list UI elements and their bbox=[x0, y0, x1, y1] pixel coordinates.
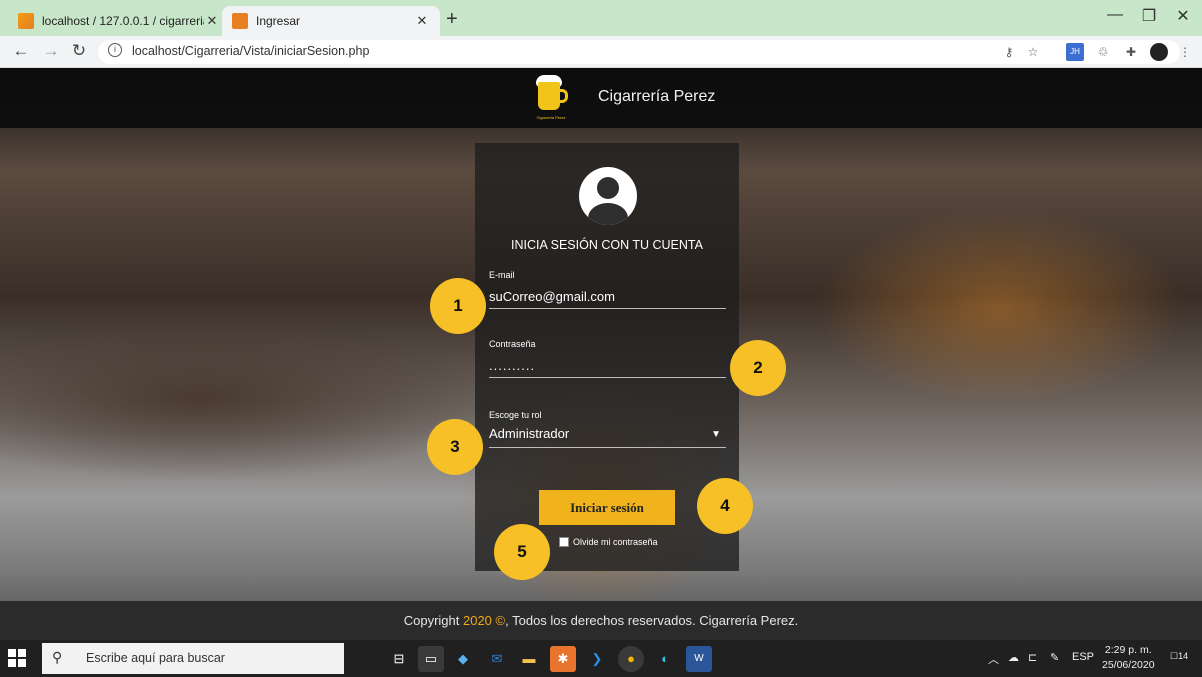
avatar-head bbox=[597, 177, 619, 199]
system-clock[interactable]: 2:29 p. m. 25/06/2020 bbox=[1102, 643, 1155, 673]
clock-time: 2:29 p. m. bbox=[1104, 644, 1152, 656]
new-tab-button[interactable]: + bbox=[446, 8, 458, 31]
windows-start-icon[interactable] bbox=[8, 649, 26, 667]
key-icon[interactable]: ⚷ bbox=[1000, 43, 1018, 61]
email-field[interactable] bbox=[489, 285, 726, 309]
info-icon[interactable]: i bbox=[108, 43, 122, 57]
language-indicator[interactable]: ESP bbox=[1072, 651, 1094, 663]
login-button[interactable]: Iniciar sesión bbox=[539, 490, 675, 525]
logo-caption: Cigarreria Perez bbox=[536, 115, 566, 120]
cloud-icon[interactable]: ☁ bbox=[1008, 651, 1019, 664]
close-tab-icon[interactable]: ✕ bbox=[414, 13, 430, 29]
step-badge-4: 4 bbox=[697, 478, 753, 534]
task-view-icon[interactable]: ⊟ bbox=[386, 646, 412, 672]
footer-suffix: , Todos los derechos reservados. Cigarre… bbox=[505, 613, 799, 628]
role-select[interactable]: Administrador ▼ bbox=[489, 426, 726, 448]
forgot-password-checkbox[interactable] bbox=[559, 537, 569, 547]
forgot-password-label[interactable]: Olvide mi contraseña bbox=[573, 537, 658, 547]
search-icon: ⚲ bbox=[52, 649, 63, 665]
edge-icon[interactable]: ◐ bbox=[652, 646, 678, 672]
brand-name[interactable]: Cigarrería Perez bbox=[598, 88, 715, 106]
minimize-icon[interactable]: — bbox=[1100, 6, 1130, 24]
tab-ingresar[interactable]: Ingresar ✕ bbox=[222, 6, 440, 36]
notifications-icon[interactable]: ☐14 bbox=[1170, 651, 1188, 662]
taskbar: ⚲ Escribe aquí para buscar ⊟ ▭ ◆ ✉ ▬ ✱ ❯… bbox=[0, 640, 1202, 677]
chrome-icon[interactable]: ● bbox=[618, 646, 644, 672]
taskbar-search[interactable]: ⚲ Escribe aquí para buscar bbox=[42, 643, 344, 674]
email-label: E-mail bbox=[489, 270, 515, 280]
logo-handle bbox=[559, 89, 568, 103]
tab-phpmyadmin[interactable]: localhost / 127.0.0.1 / cigarreriap ✕ bbox=[8, 6, 230, 36]
url-text[interactable]: localhost/Cigarreria/Vista/iniciarSesion… bbox=[132, 44, 369, 58]
file-explorer-icon[interactable]: ▬ bbox=[516, 646, 542, 672]
menu-icon[interactable]: ⋮ bbox=[1176, 43, 1194, 61]
avatar[interactable] bbox=[1150, 43, 1168, 61]
vscode-icon[interactable]: ❯ bbox=[584, 646, 610, 672]
network-icon[interactable]: ⊏ bbox=[1028, 651, 1037, 664]
site-footer: Copyright 2020 ©, Todos los derechos res… bbox=[0, 601, 1202, 640]
forward-icon[interactable]: → bbox=[40, 41, 62, 61]
tab-title: localhost / 127.0.0.1 / cigarreriap bbox=[42, 14, 204, 28]
word-icon[interactable]: W bbox=[686, 646, 712, 672]
clock-date: 25/06/2020 bbox=[1102, 659, 1155, 671]
terminal-icon[interactable]: ▭ bbox=[418, 646, 444, 672]
reload-icon[interactable]: ↻ bbox=[68, 41, 90, 61]
logo-mug bbox=[538, 82, 560, 110]
restore-icon[interactable]: ❐ bbox=[1134, 6, 1164, 26]
copyright-symbol: © bbox=[495, 613, 506, 628]
address-toolbar: ← → ↻ i localhost/Cigarreria/Vista/inici… bbox=[0, 36, 1202, 68]
browser-tab-bar: localhost / 127.0.0.1 / cigarreriap ✕ In… bbox=[0, 0, 1202, 36]
close-tab-icon[interactable]: ✕ bbox=[204, 13, 220, 29]
footer-year: 2020 bbox=[462, 613, 492, 628]
url-bar[interactable]: i localhost/Cigarreria/Vista/iniciarSesi… bbox=[98, 40, 1180, 64]
phpmyadmin-icon bbox=[18, 13, 34, 29]
chevron-up-icon[interactable]: ︿ bbox=[988, 651, 999, 667]
recycle-icon[interactable]: ♲ bbox=[1094, 43, 1112, 61]
star-icon[interactable]: ☆ bbox=[1024, 43, 1042, 61]
avatar-body bbox=[588, 203, 628, 225]
site-header: Cigarreria Perez Cigarrería Perez bbox=[0, 68, 1202, 128]
mail-icon[interactable]: ✉ bbox=[484, 646, 510, 672]
password-label: Contraseña bbox=[489, 339, 536, 349]
back-icon[interactable]: ← bbox=[10, 41, 32, 61]
forgot-password-option[interactable]: Olvide mi contraseña bbox=[559, 537, 658, 547]
notification-count: 14 bbox=[1178, 651, 1189, 661]
close-window-icon[interactable]: ✕ bbox=[1168, 6, 1198, 26]
chevron-down-icon: ▼ bbox=[711, 429, 721, 440]
extensions-icon[interactable]: ✚ bbox=[1122, 43, 1140, 61]
role-label: Escoge tu rol bbox=[489, 410, 542, 420]
step-badge-5: 5 bbox=[494, 524, 550, 580]
profile-extension-icon[interactable]: JH bbox=[1066, 43, 1084, 61]
search-placeholder: Escribe aquí para buscar bbox=[86, 651, 225, 665]
role-select-value: Administrador bbox=[489, 426, 570, 441]
3d-box-icon[interactable]: ◆ bbox=[450, 646, 476, 672]
step-badge-1: 1 bbox=[430, 278, 486, 334]
step-badge-2: 2 bbox=[730, 340, 786, 396]
user-avatar-icon bbox=[579, 167, 637, 225]
tab-title: Ingresar bbox=[256, 14, 301, 28]
logo[interactable]: Cigarreria Perez bbox=[528, 72, 574, 124]
site-favicon-icon bbox=[232, 13, 248, 29]
page-background: Cigarreria Perez Cigarrería Perez INICIA… bbox=[0, 68, 1202, 640]
login-title: INICIA SESIÓN CON TU CUENTA bbox=[511, 238, 703, 252]
xampp-icon[interactable]: ✱ bbox=[550, 646, 576, 672]
footer-prefix: Copyright bbox=[403, 613, 463, 628]
password-field[interactable] bbox=[489, 354, 726, 378]
pen-icon[interactable]: ✎ bbox=[1050, 651, 1059, 664]
step-badge-3: 3 bbox=[427, 419, 483, 475]
